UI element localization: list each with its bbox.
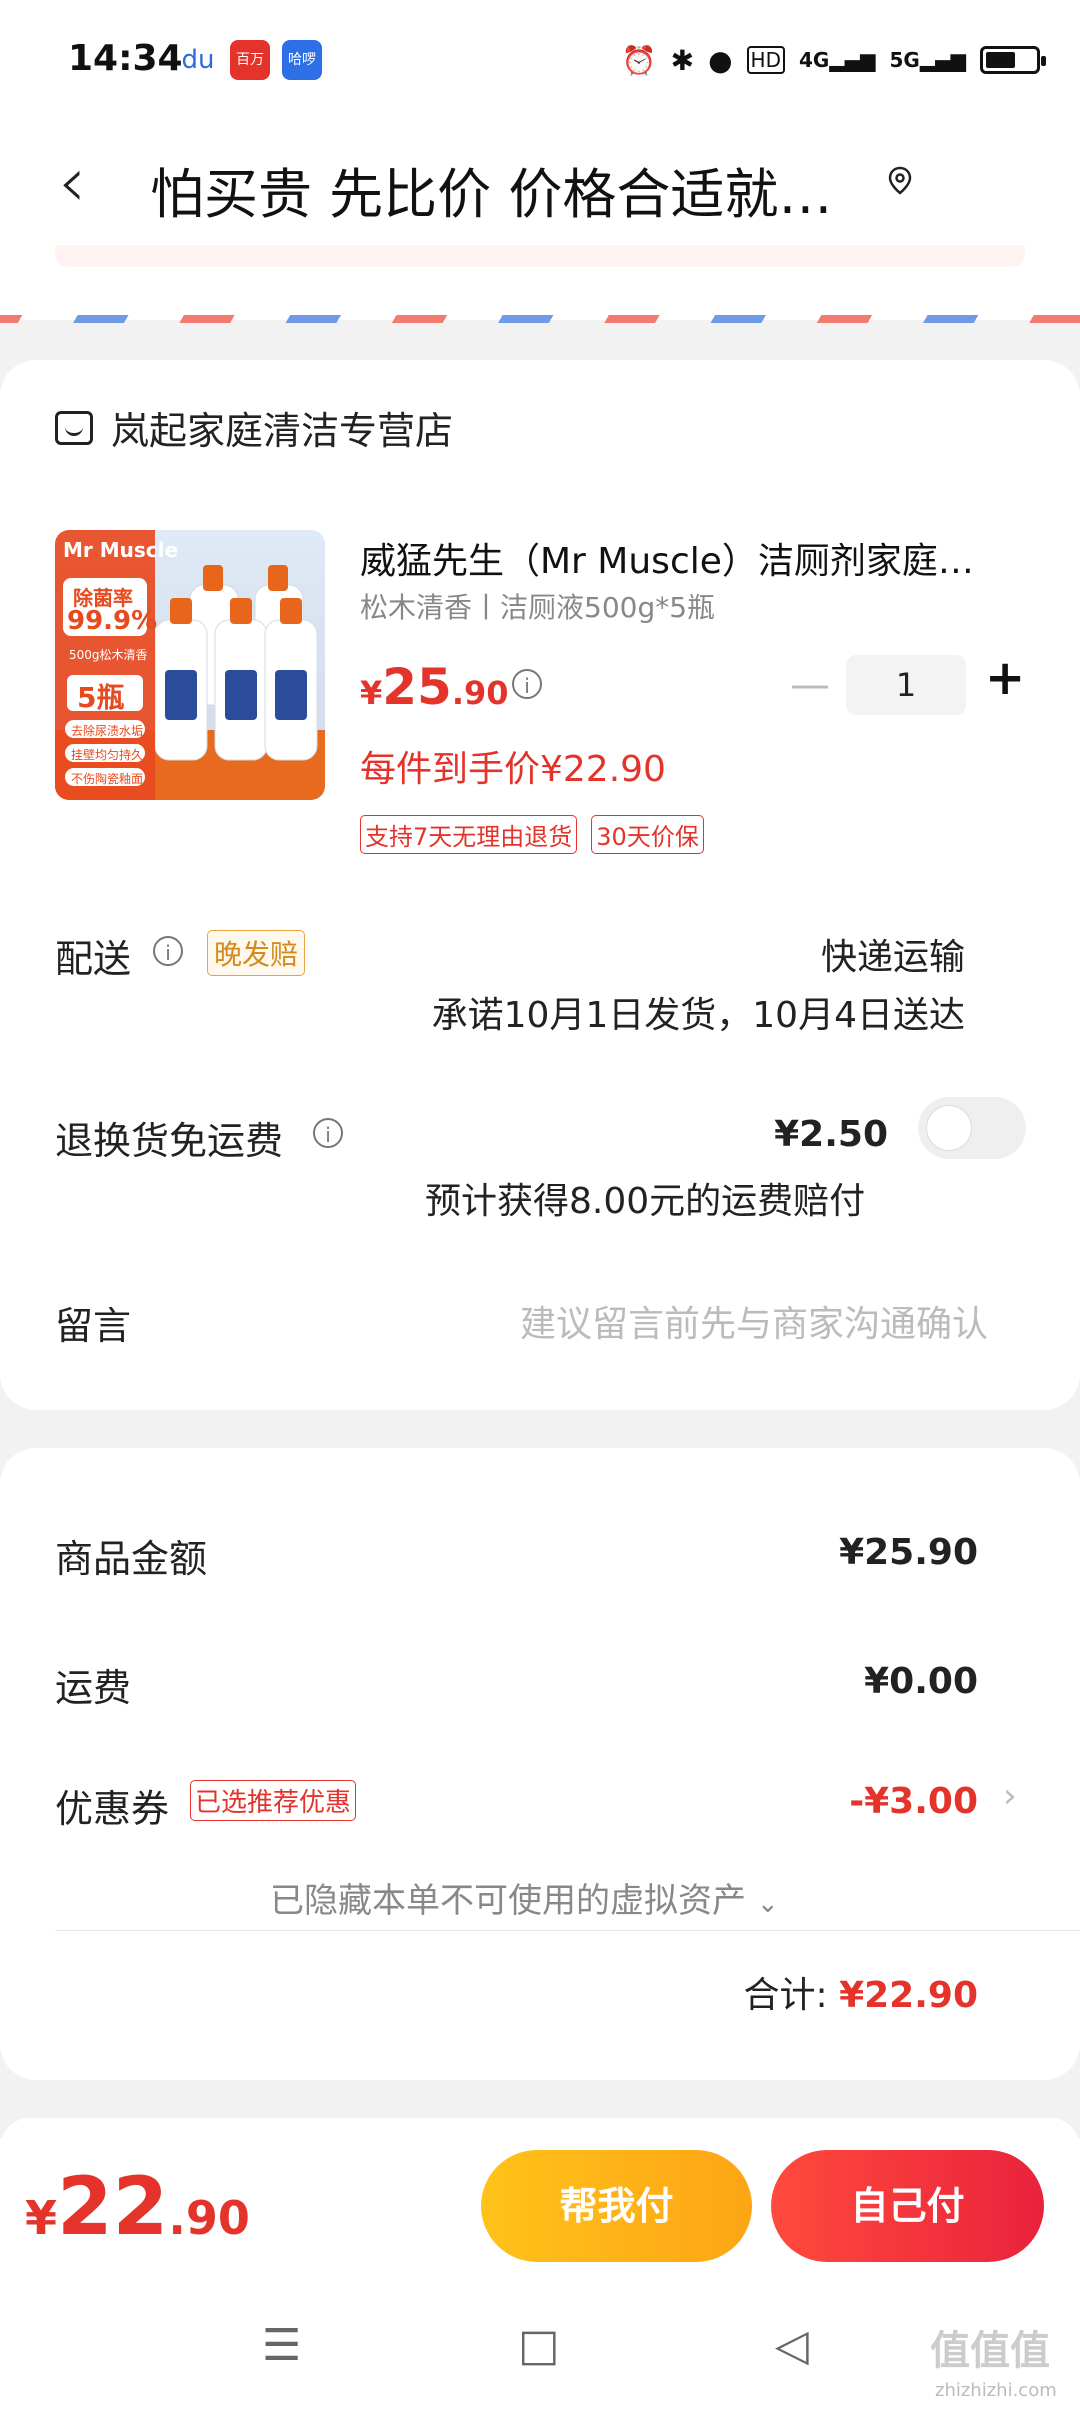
bottom-total-integer: 22 [57, 2160, 169, 2253]
menu-icon[interactable]: ☰ [262, 2320, 301, 2371]
message-input[interactable]: 建议留言前先与商家沟通确认 [520, 1295, 988, 1347]
price-info-icon[interactable]: i [512, 669, 542, 699]
product-badge-count: 5瓶 [77, 681, 125, 714]
tag-price-protect: 30天价保 [591, 815, 704, 854]
product-feature-3: 不伤陶瓷釉面 [71, 772, 144, 786]
location-icon: ● [708, 43, 733, 77]
chevron-left-icon[interactable]: ‹ [58, 142, 86, 222]
coupon-value[interactable]: -¥3.00 [849, 1781, 978, 1822]
delivery-info-icon[interactable]: i [153, 936, 183, 966]
delivery-promise: 承诺10月1日发货，10月4日送达 [431, 995, 965, 1036]
price-integer: 25 [382, 658, 452, 716]
order-item-card [0, 360, 1080, 1410]
product-feature-2: 挂壁均匀持久 [71, 748, 144, 762]
return-shipping-note: 预计获得8.00元的运费赔付 [425, 1181, 866, 1222]
bluetooth-icon: ✱ [670, 43, 695, 77]
goods-amount-value: ¥25.90 [839, 1532, 978, 1573]
per-item-price: 每件到手价¥22.90 [360, 749, 666, 790]
summary-divider [55, 1930, 1080, 1931]
signal-5g-icon: 5G▂▄▆ [889, 48, 967, 72]
coupon-label: 优惠券 [55, 1787, 170, 1831]
battery-fill [986, 52, 1015, 68]
coupon-tag: 已选推荐优惠 [190, 1780, 357, 1821]
coupon-chevron-icon[interactable]: › [1003, 1776, 1017, 1816]
chevron-down-icon: ⌄ [756, 1889, 779, 1919]
store-name: 岚起家庭清洁专营店 [111, 409, 454, 453]
quantity-increase-button[interactable]: + [985, 650, 1025, 706]
hd-icon: HD [746, 46, 785, 74]
tag-7day-return: 支持7天无理由退货 [360, 815, 578, 854]
envelope-stripes [0, 315, 1080, 323]
hello-app-icon: 哈啰 [282, 40, 322, 80]
message-label: 留言 [55, 1304, 132, 1348]
shipping-fee-label: 运费 [55, 1666, 132, 1710]
watermark-url: zhizhizhi.com [935, 2380, 1057, 2401]
product-brand-text: Mr Muscle [63, 538, 179, 562]
total-label: 合计: [743, 1975, 828, 2016]
product-tags: 支持7天无理由退货 30天价保 [360, 815, 704, 854]
alarm-icon: ⏰ [621, 43, 657, 77]
product-feature-1: 去除尿渍水垢 [71, 724, 144, 738]
summary-total: 合计: ¥22.90 [743, 1966, 978, 2018]
return-shipping-toggle[interactable] [918, 1097, 1026, 1159]
return-shipping-info-icon[interactable]: i [313, 1118, 343, 1148]
battery-icon [980, 46, 1046, 74]
help-pay-button[interactable]: 帮我付 [481, 2150, 752, 2262]
hidden-assets-text: 已隐藏本单不可使用的虚拟资产 [270, 1881, 746, 1921]
back-triangle-icon[interactable]: ◁ [775, 2320, 809, 2371]
store-row[interactable]: 岚起家庭清洁专营店 [55, 400, 453, 455]
product-badge-value: 99.9% [67, 606, 158, 636]
store-icon [55, 410, 93, 445]
shipping-fee-value: ¥0.00 [864, 1661, 978, 1702]
product-image[interactable]: Mr Muscle 除菌率 99.9% 500g松木清香 5瓶 去除尿渍水垢 挂… [55, 530, 325, 800]
delivery-method[interactable]: 快递运输 [821, 928, 965, 980]
signal-4g-icon: 4G▂▄▆ [799, 48, 876, 72]
return-shipping-label: 退换货免运费 [55, 1119, 284, 1163]
status-icons: ⏰ ✱ ● HD 4G▂▄▆ 5G▂▄▆ [621, 36, 1046, 84]
product-price: ¥25.90 [360, 658, 509, 716]
address-highlight [55, 245, 1025, 267]
address-card-bottom[interactable] [0, 245, 1080, 320]
watermark-logo: 值值值 [930, 2328, 1050, 2374]
total-value: ¥22.90 [839, 1975, 978, 2016]
quantity-decrease-button[interactable]: — [790, 662, 830, 708]
status-bar: 14:34 du 百万 哈啰 ⏰ ✱ ● HD 4G▂▄▆ 5G▂▄▆ [0, 0, 1080, 120]
bottom-currency: ¥ [25, 2191, 58, 2245]
price-decimal: .90 [451, 674, 509, 712]
status-time: 14:34 [68, 38, 183, 79]
title-bar: ‹ 怕买贵 先比价 价格合适就… [0, 120, 1080, 245]
page-title: 怕买贵 先比价 价格合适就… [150, 163, 833, 226]
bottom-total-price: ¥22.90 [25, 2160, 250, 2253]
quantity-input[interactable]: 1 [846, 655, 966, 715]
bottom-total-decimal: .90 [168, 2191, 250, 2245]
goods-amount-label: 商品金额 [55, 1537, 208, 1581]
location-pin-icon[interactable] [885, 165, 915, 195]
product-badge-spec: 500g松木清香 [69, 648, 148, 662]
self-pay-button[interactable]: 自己付 [771, 2150, 1044, 2262]
pinduoduo-app-icon: 百万 [230, 40, 270, 80]
late-delivery-tag: 晚发赔 [207, 930, 306, 976]
product-name[interactable]: 威猛先生（Mr Muscle）洁厕剂家庭… [360, 532, 974, 584]
toggle-knob [926, 1105, 972, 1151]
price-currency: ¥ [360, 674, 383, 712]
product-spec[interactable]: 松木清香丨洁厕液500g*5瓶 [360, 586, 715, 626]
hidden-assets-toggle[interactable]: 已隐藏本单不可使用的虚拟资产 ⌄ [270, 1873, 779, 1922]
return-shipping-price: ¥2.50 [774, 1114, 888, 1155]
baidu-app-icon: du [181, 45, 215, 75]
home-square-icon[interactable]: □ [518, 2320, 560, 2371]
delivery-label: 配送 [55, 937, 132, 981]
